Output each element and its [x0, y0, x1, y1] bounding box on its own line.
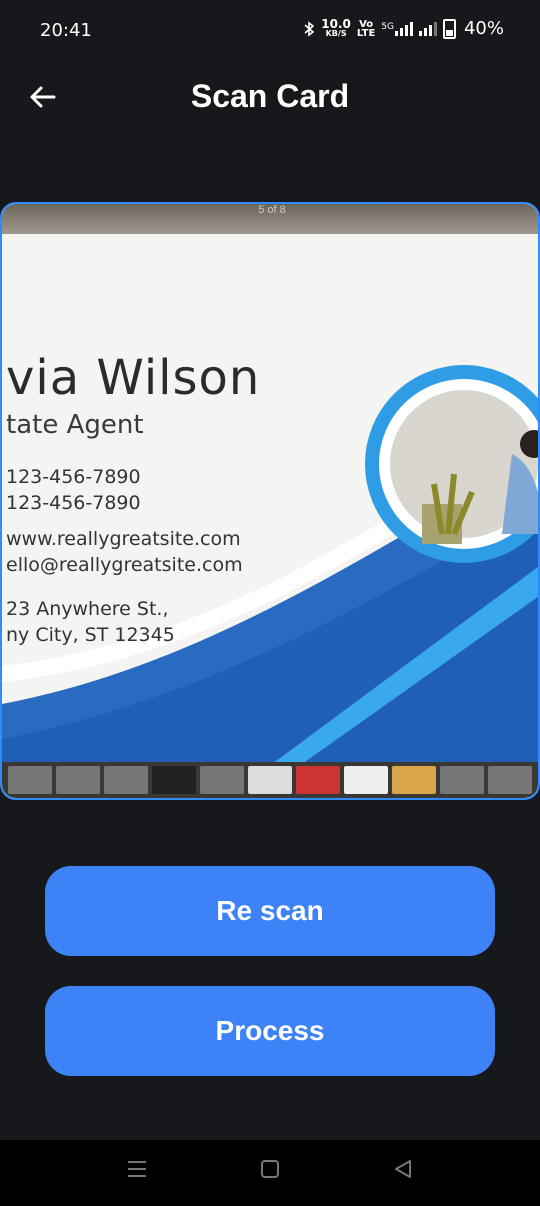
card-address-1: 23 Anywhere St., — [6, 598, 169, 620]
card-address-2: ny City, ST 12345 — [6, 624, 175, 646]
home-square-icon — [261, 1160, 279, 1178]
nav-back-button[interactable] — [392, 1158, 414, 1185]
net-speed-value: 10.0 — [321, 16, 351, 31]
recents-button[interactable] — [126, 1158, 148, 1185]
signal-5g: 5G — [381, 21, 413, 36]
home-button[interactable] — [259, 1158, 281, 1185]
card-email: ello@reallygreatsite.com — [6, 554, 243, 576]
volte-bottom: LTE — [356, 27, 376, 39]
back-triangle-icon — [395, 1160, 411, 1178]
card-website: www.reallygreatsite.com — [6, 528, 241, 550]
net-type-label: 5G — [381, 21, 394, 32]
page-indicator: 5 of 8 — [258, 204, 286, 216]
process-button[interactable]: Process — [45, 986, 495, 1076]
card-phone-1: 123-456-7890 — [6, 466, 141, 488]
app-header: Scan Card — [0, 62, 540, 132]
status-time: 20:41 — [40, 20, 92, 41]
page-title: Scan Card — [190, 78, 350, 114]
net-speed: 10.0 KB/S — [321, 16, 351, 38]
card-name: via Wilson — [6, 350, 261, 406]
menu-icon — [128, 1161, 146, 1177]
rescan-button[interactable]: Re scan — [45, 866, 495, 956]
battery-percent: 40% — [463, 18, 504, 39]
status-icons: 10.0 KB/S Vo LTE 5G 40% — [303, 18, 504, 39]
volte-indicator: Vo LTE — [356, 19, 376, 39]
card-phone-2: 123-456-7890 — [6, 492, 141, 514]
card-role: tate Agent — [6, 410, 144, 440]
scanned-card-preview: 5 of 8 via Wilson tate Agent 123-456-789… — [0, 202, 540, 800]
battery-icon — [442, 18, 456, 39]
system-nav-bar — [0, 1140, 540, 1206]
thumbnail-strip — [2, 762, 538, 798]
business-card-image: via Wilson tate Agent 123-456-7890 123-4… — [2, 234, 538, 764]
signal-bars-icon — [394, 21, 413, 36]
bluetooth-icon — [304, 20, 315, 37]
signal-bars-icon-2 — [418, 21, 437, 36]
status-bar: 20:41 10.0 KB/S Vo LTE 5G 40% — [0, 0, 540, 62]
net-speed-unit: KB/S — [325, 28, 347, 38]
